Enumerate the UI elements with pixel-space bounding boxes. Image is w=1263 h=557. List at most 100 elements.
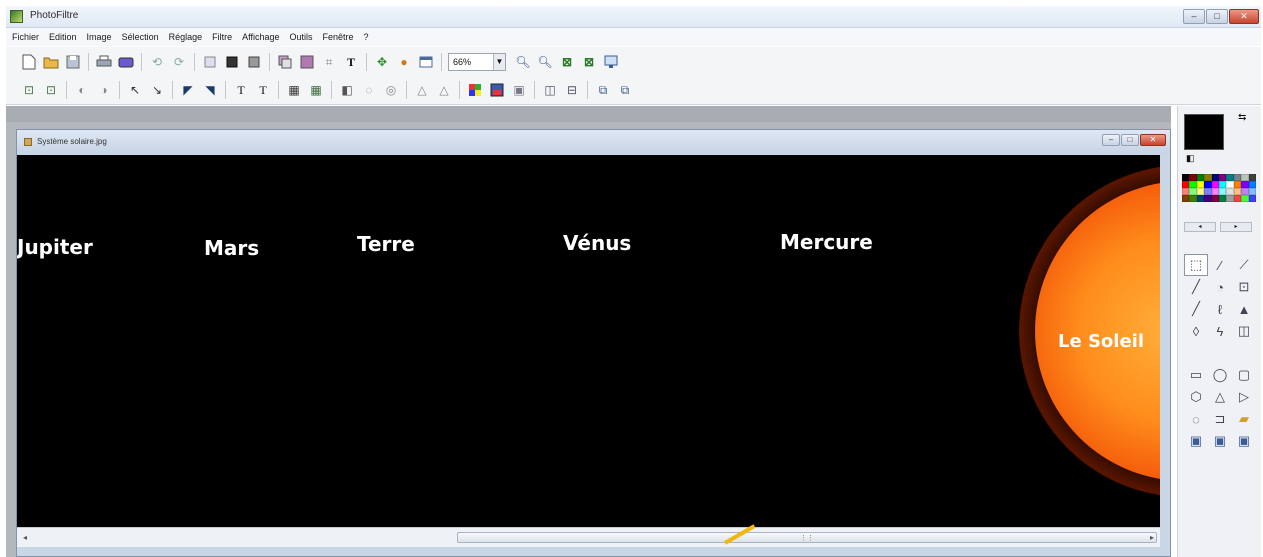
brush-icon[interactable]: ╱ — [1184, 298, 1208, 320]
color-swatch[interactable] — [1248, 195, 1256, 202]
foreground-color[interactable] — [1184, 114, 1224, 150]
color-swatch[interactable] — [1204, 195, 1212, 202]
paste-new-icon[interactable] — [245, 53, 263, 71]
selection-icon[interactable]: ⬚ — [1184, 254, 1208, 276]
print-icon[interactable] — [95, 53, 113, 71]
maximize-button[interactable]: □ — [1206, 9, 1228, 24]
color-swatch[interactable] — [1219, 195, 1227, 202]
arrow-shape-icon[interactable]: ▷ — [1232, 386, 1256, 408]
window-icon[interactable] — [417, 53, 435, 71]
doc-minimize-button[interactable]: – — [1102, 134, 1120, 146]
zoom-out-icon[interactable]: 🔍︎ — [536, 53, 554, 71]
flip-v-icon[interactable] — [488, 81, 506, 99]
color-swatch[interactable] — [1182, 181, 1190, 188]
saturation-icon[interactable]: ▦ — [285, 81, 303, 99]
polygon-icon[interactable]: ⊐ — [1208, 408, 1232, 430]
color-swatch[interactable] — [1196, 174, 1205, 181]
zoom-in-icon[interactable]: 🔍︎ — [514, 53, 532, 71]
invert-icon[interactable]: ◌ — [360, 81, 378, 99]
layer-icon[interactable] — [276, 53, 294, 71]
fill-icon[interactable]: ◔ — [1208, 276, 1232, 298]
fit-window-icon[interactable]: ⊠ — [580, 53, 598, 71]
menu-fichier[interactable]: Fichier — [12, 32, 39, 42]
color-swatch[interactable] — [1241, 181, 1249, 188]
color-swatch[interactable] — [1219, 181, 1227, 188]
fullscreen-icon[interactable] — [602, 53, 620, 71]
scroll-right-icon[interactable]: ▸ — [1146, 531, 1158, 544]
color-swatch[interactable] — [1248, 174, 1256, 181]
color-swatch[interactable] — [1211, 174, 1219, 181]
color-swatch[interactable] — [1219, 174, 1227, 181]
zoom-select[interactable]: 66% ▼ — [448, 52, 506, 71]
document-titlebar[interactable]: Système solaire.jpg – □ ✕ — [17, 130, 1170, 154]
color-swatch[interactable] — [1211, 188, 1219, 195]
rotate-icon[interactable]: ▣ — [510, 81, 528, 99]
color-swatch[interactable] — [1182, 188, 1190, 195]
transform-icon[interactable]: ◫ — [541, 81, 559, 99]
transform-tool-icon[interactable]: ▣ — [1232, 430, 1256, 452]
color-swatch[interactable] — [1241, 195, 1249, 202]
color-swatch[interactable] — [1189, 174, 1197, 181]
move-icon[interactable]: ✥ — [373, 53, 391, 71]
color-swatch[interactable] — [1226, 174, 1234, 181]
copy-icon[interactable] — [201, 53, 219, 71]
color-swatch[interactable] — [1211, 181, 1219, 188]
horizontal-scrollbar[interactable]: ◂ ⋮⋮ ▸ — [17, 527, 1160, 547]
batch-icon[interactable]: ⧉ — [594, 81, 612, 99]
color-swatch[interactable] — [1204, 188, 1212, 195]
menu-selection[interactable]: Sélection — [122, 32, 159, 42]
new-file-icon[interactable] — [20, 53, 38, 71]
magic-wand-icon[interactable]: ⟋ — [1232, 254, 1256, 276]
brightness-minus-icon[interactable]: ↘ — [148, 81, 166, 99]
chevron-down-icon[interactable]: ▼ — [493, 53, 505, 70]
color-balance-icon[interactable]: △ — [413, 81, 431, 99]
contrast-minus-icon[interactable]: ◥ — [201, 81, 219, 99]
menu-help[interactable]: ? — [364, 32, 369, 42]
eraser-icon[interactable]: ◫ — [1232, 320, 1256, 342]
swap-colors-icon[interactable]: ⇆ — [1238, 112, 1246, 123]
menu-affichage[interactable]: Affichage — [242, 32, 279, 42]
blur-drop-icon[interactable]: ◊ — [1184, 320, 1208, 342]
line-icon[interactable]: ╱ — [1184, 276, 1208, 298]
effects-brush-icon[interactable]: ℓ — [1208, 298, 1232, 320]
color-swatch[interactable] — [1189, 181, 1197, 188]
color-swatch[interactable] — [1219, 188, 1227, 195]
doc-maximize-button[interactable]: □ — [1121, 134, 1139, 146]
reset-colors-icon[interactable]: ◧ — [1186, 153, 1195, 164]
layer-copy-icon[interactable] — [298, 53, 316, 71]
color-swatch[interactable] — [1196, 188, 1205, 195]
menu-fenetre[interactable]: Fenêtre — [323, 32, 354, 42]
paste-icon[interactable] — [223, 53, 241, 71]
open-folder-icon[interactable] — [42, 53, 60, 71]
color-swatch[interactable] — [1248, 188, 1256, 195]
menu-outils[interactable]: Outils — [290, 32, 313, 42]
sepia-icon[interactable]: ◧ — [338, 81, 356, 99]
blur-icon[interactable]: ◑ — [95, 81, 113, 99]
spray-icon[interactable]: ⊡ — [1232, 276, 1256, 298]
color-swatch[interactable] — [1182, 174, 1190, 181]
color-swatch[interactable] — [1241, 174, 1249, 181]
color-swatch[interactable] — [1248, 181, 1256, 188]
resize-image-icon[interactable]: ⊡ — [20, 81, 38, 99]
explorer-icon[interactable]: ⧉ — [616, 81, 634, 99]
color-swatch[interactable] — [1233, 174, 1242, 181]
menu-reglage[interactable]: Réglage — [169, 32, 203, 42]
image-canvas[interactable]: Jupiter Mars Terre Vénus Mercure Le Sole… — [17, 155, 1160, 527]
lasso-icon[interactable]: ◌ — [1184, 408, 1208, 430]
actual-size-icon[interactable]: ⊠ — [558, 53, 576, 71]
color-swatch[interactable] — [1226, 181, 1234, 188]
color-swatch[interactable] — [1233, 188, 1242, 195]
color-swatch[interactable] — [1211, 195, 1219, 202]
doc-close-button[interactable]: ✕ — [1140, 134, 1166, 146]
flip-h-icon[interactable] — [466, 81, 484, 99]
color-swatch[interactable] — [1189, 195, 1197, 202]
folder-shape-icon[interactable]: ▰ — [1232, 408, 1256, 430]
plugin-icon[interactable]: ⊟ — [563, 81, 581, 99]
crop-tool-icon[interactable]: ▣ — [1184, 430, 1208, 452]
color-swatch[interactable] — [1204, 181, 1212, 188]
color-swatch[interactable] — [1226, 188, 1234, 195]
color-swatch[interactable] — [1241, 188, 1249, 195]
gamma-minus-icon[interactable]: T — [254, 81, 272, 99]
stamp-icon[interactable]: ● — [395, 53, 413, 71]
contrast-plus-icon[interactable]: ◤ — [179, 81, 197, 99]
